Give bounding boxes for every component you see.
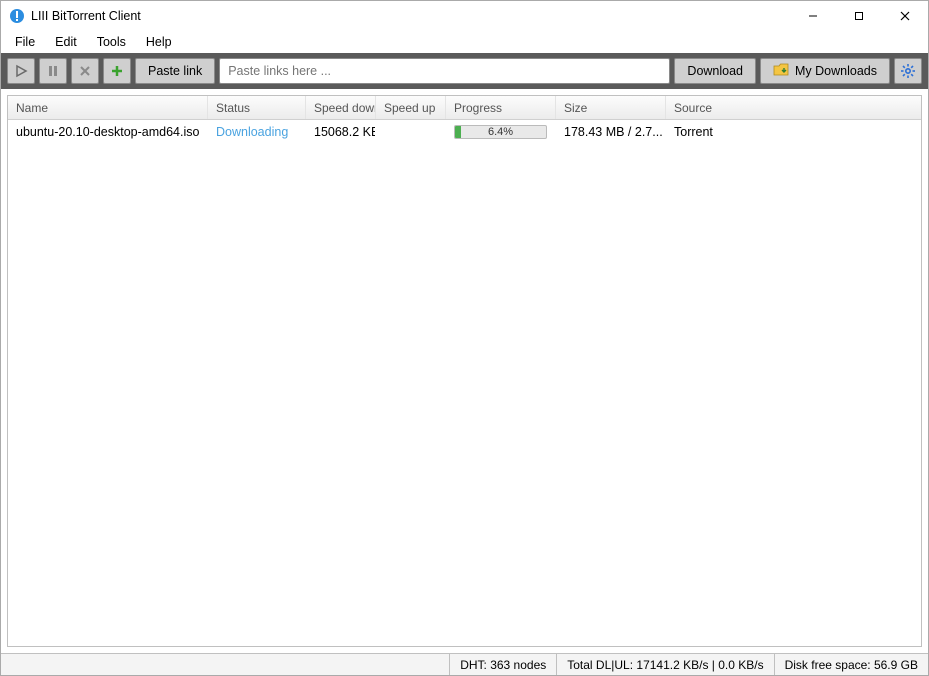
table-row[interactable]: ubuntu-20.10-desktop-amd64.iso Downloadi… (8, 120, 921, 144)
folder-icon (773, 63, 789, 80)
close-button[interactable] (882, 1, 928, 31)
window-controls (790, 1, 928, 31)
title-bar: LIII BitTorrent Client (1, 1, 928, 31)
add-button[interactable] (103, 58, 131, 84)
cell-name: ubuntu-20.10-desktop-amd64.iso (8, 120, 208, 144)
progress-text: 6.4% (455, 126, 546, 138)
column-header-progress[interactable]: Progress (446, 96, 556, 119)
cell-size: 178.43 MB / 2.7... (556, 120, 666, 144)
paste-link-button[interactable]: Paste link (135, 58, 215, 84)
paste-link-label: Paste link (148, 64, 202, 78)
menu-tools[interactable]: Tools (87, 33, 136, 51)
cell-status: Downloading (208, 120, 306, 144)
progress-bar: 6.4% (454, 125, 547, 139)
status-disk: Disk free space: 56.9 GB (774, 654, 928, 675)
column-header-speed-up[interactable]: Speed up (376, 96, 446, 119)
column-header-name[interactable]: Name (8, 96, 208, 119)
table-body: ubuntu-20.10-desktop-amd64.iso Downloadi… (8, 120, 921, 646)
column-header-size[interactable]: Size (556, 96, 666, 119)
pause-button[interactable] (39, 58, 67, 84)
download-button[interactable]: Download (674, 58, 756, 84)
start-button[interactable] (7, 58, 35, 84)
cell-progress: 6.4% (446, 120, 556, 144)
cell-speed-down: 15068.2 KB/s (306, 120, 376, 144)
menu-bar: File Edit Tools Help (1, 31, 928, 53)
menu-help[interactable]: Help (136, 33, 182, 51)
settings-button[interactable] (894, 58, 922, 84)
app-icon (9, 8, 25, 24)
status-bar: DHT: 363 nodes Total DL|UL: 17141.2 KB/s… (1, 653, 928, 675)
my-downloads-label: My Downloads (795, 64, 877, 78)
cell-source: Torrent (666, 120, 921, 144)
maximize-button[interactable] (836, 1, 882, 31)
toolbar: Paste link Download My Downloads (1, 53, 928, 89)
menu-edit[interactable]: Edit (45, 33, 87, 51)
window-title: LIII BitTorrent Client (31, 9, 141, 23)
download-label: Download (687, 64, 743, 78)
menu-file[interactable]: File (5, 33, 45, 51)
cell-speed-up (376, 120, 446, 144)
my-downloads-button[interactable]: My Downloads (760, 58, 890, 84)
remove-button[interactable] (71, 58, 99, 84)
status-dht: DHT: 363 nodes (449, 654, 556, 675)
column-header-status[interactable]: Status (208, 96, 306, 119)
table-header: Name Status Speed down Speed up Progress… (8, 96, 921, 120)
column-header-source[interactable]: Source (666, 96, 921, 119)
status-total: Total DL|UL: 17141.2 KB/s | 0.0 KB/s (556, 654, 773, 675)
column-header-speed-down[interactable]: Speed down (306, 96, 376, 119)
torrent-table: Name Status Speed down Speed up Progress… (7, 95, 922, 647)
minimize-button[interactable] (790, 1, 836, 31)
url-input[interactable] (219, 58, 670, 84)
